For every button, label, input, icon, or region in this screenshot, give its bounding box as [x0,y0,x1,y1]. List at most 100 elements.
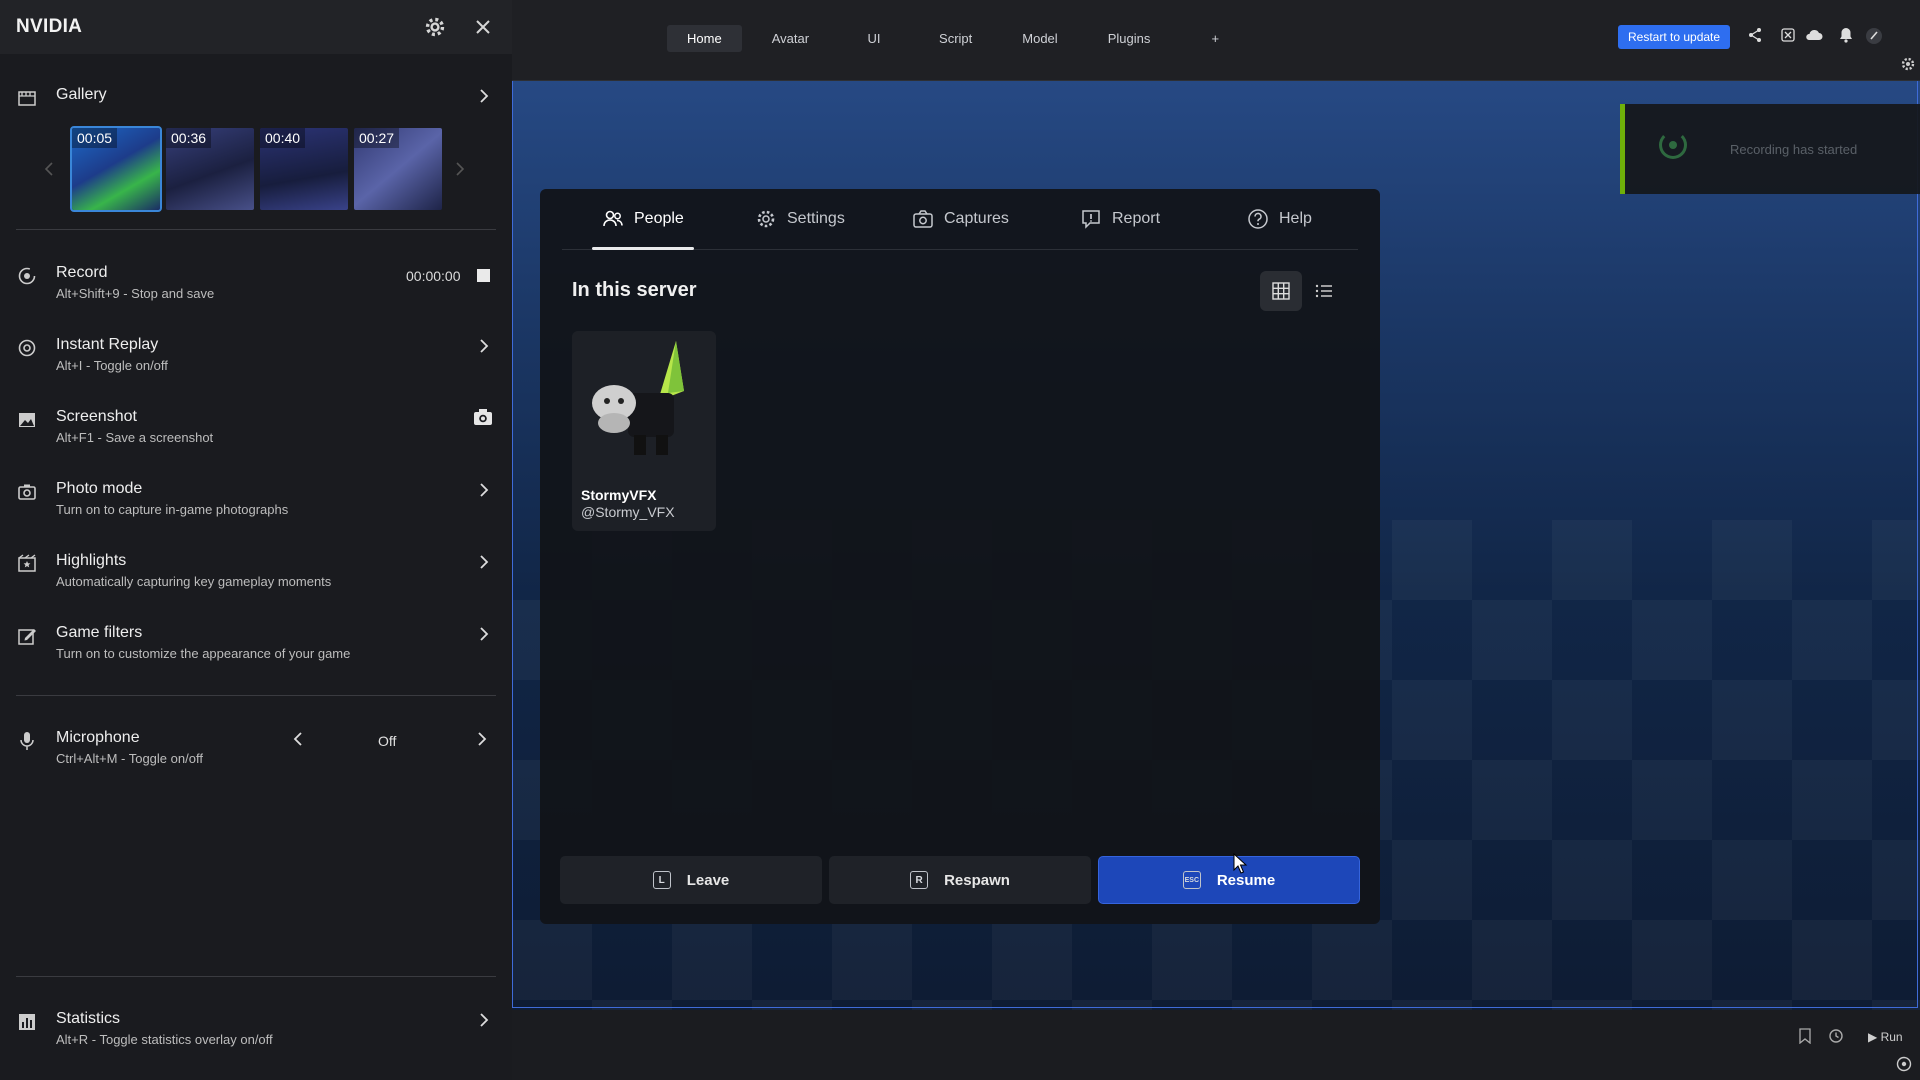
statistics-shortcut: Alt+R - Toggle statistics overlay on/off [56,1032,273,1047]
user-avatar-icon[interactable] [1864,27,1884,47]
cloud-icon[interactable] [1804,27,1824,47]
instant-replay-label: Instant Replay [56,336,159,353]
instant-replay-row[interactable]: Instant Replay Alt+I - Toggle on/off [0,336,512,392]
grid-icon [1272,282,1290,300]
record-row[interactable]: Record Alt+Shift+9 - Stop and save 00:00… [0,264,512,320]
thumbnail-duration: 00:27 [354,128,400,148]
divider [16,976,496,977]
tab-help-label: Help [1279,210,1312,227]
thumbnail-duration: 00:40 [260,128,306,148]
chevron-right-icon [480,89,489,103]
game-menu-panel: People Settings Captures Report Help In … [540,189,1380,924]
statistics-row[interactable]: Statistics Alt+R - Toggle statistics ove… [0,1010,512,1066]
gallery-thumbnail[interactable]: 00:36 [166,128,254,210]
record-shortcut: Alt+Shift+9 - Stop and save [56,286,215,301]
microphone-prev-chevron-icon[interactable] [290,731,306,747]
settings-gear-icon[interactable] [423,15,447,39]
studio-settings-gear-icon[interactable] [1898,56,1918,76]
microphone-shortcut: Ctrl+Alt+M - Toggle on/off [56,751,203,766]
list-view-button[interactable] [1303,271,1345,311]
filter-edit-icon [18,629,36,645]
report-flag-icon [1082,210,1100,229]
recording-started-toast: Recording has started [1620,104,1920,194]
tab-people[interactable]: People [592,189,694,250]
microphone-state: Off [378,733,397,749]
tab-settings[interactable]: Settings [755,189,845,249]
highlights-label: Highlights [56,552,127,569]
close-icon[interactable] [471,15,495,39]
chevron-right-icon [480,627,489,641]
studio-tab-ui[interactable]: UI [839,25,909,52]
help-icon [1248,209,1268,229]
player-card[interactable]: StormyVFX @Stormy_VFX [572,331,716,531]
gallery-thumbnail[interactable]: 00:27 [354,128,442,210]
chevron-right-icon [480,339,489,353]
leave-button[interactable]: L Leave [560,856,822,904]
gallery-prev-chevron-icon[interactable] [44,161,54,177]
respawn-label: Respawn [944,871,1010,889]
record-icon [18,267,36,285]
camera-icon [913,210,933,228]
screenshot-row[interactable]: Screenshot Alt+F1 - Save a screenshot [0,408,512,464]
bookmark-icon[interactable] [1795,1028,1815,1048]
statistics-chart-icon [19,1014,35,1030]
tab-captures-label: Captures [944,210,1009,227]
thumbnail-duration: 00:36 [166,128,212,148]
notification-bell-icon[interactable] [1836,27,1856,47]
respawn-button[interactable]: R Respawn [829,856,1091,904]
microphone-next-chevron-icon[interactable] [474,731,490,747]
screenshot-label: Screenshot [56,408,137,425]
player-handle: @Stormy_VFX [581,504,675,520]
tab-report[interactable]: Report [1080,189,1160,249]
thumbnail-duration: 00:05 [72,128,118,148]
player-avatar [572,331,716,471]
game-filters-row[interactable]: Game filters Turn on to customize the ap… [0,624,512,680]
toast-message: Recording has started [1730,142,1858,157]
studio-tab-plugins[interactable]: Plugins [1088,25,1171,52]
studio-tab-model[interactable]: Model [1002,25,1077,52]
network-status-icon[interactable] [1894,1056,1914,1076]
screenshot-shortcut: Alt+F1 - Save a screenshot [56,430,214,445]
instant-replay-shortcut: Alt+I - Toggle on/off [56,358,168,373]
highlights-icon [18,554,36,572]
microphone-row: Microphone Ctrl+Alt+M - Toggle on/off Of… [0,729,512,785]
collaborate-icon[interactable] [1778,27,1798,47]
divider [16,229,496,230]
record-timer: 00:00:00 [406,268,461,284]
stop-icon[interactable] [477,269,490,282]
image-icon [19,413,35,427]
nvidia-header: NVIDIA [0,0,512,54]
chevron-right-icon [480,483,489,497]
game-menu-tabs: People Settings Captures Report Help [562,189,1358,250]
run-label: Run [1880,1030,1903,1044]
grid-view-button[interactable] [1260,271,1302,311]
microphone-icon [20,732,34,750]
gallery-thumbnail[interactable]: 00:05 [70,126,162,212]
resume-button[interactable]: ESC Resume [1098,856,1360,904]
history-icon[interactable] [1826,1028,1846,1048]
share-icon[interactable] [1745,27,1765,47]
nvidia-title: NVIDIA [16,16,83,37]
gallery-thumbnail[interactable]: 00:40 [260,128,348,210]
tab-captures[interactable]: Captures [912,189,1009,249]
gear-icon [757,210,775,228]
studio-tab-add[interactable]: + [1180,25,1250,52]
section-title: In this server [572,279,697,301]
gallery-label: Gallery [56,86,107,103]
run-button[interactable]: ▶ Run [1868,1030,1903,1044]
camera-icon[interactable] [473,408,493,426]
tab-settings-label: Settings [787,210,845,227]
nvidia-overlay-sidebar: NVIDIA Gallery 00:05 00:36 00:40 00:27 R… [0,0,512,1080]
studio-tab-home[interactable]: Home [667,25,742,52]
studio-tab-avatar[interactable]: Avatar [752,25,829,52]
tab-help[interactable]: Help [1247,189,1312,249]
people-icon [603,210,623,227]
key-l-icon: L [652,871,671,889]
photo-mode-row[interactable]: Photo mode Turn on to capture in-game ph… [0,480,512,536]
statistics-label: Statistics [56,1010,121,1027]
highlights-row[interactable]: Highlights Automatically capturing key g… [0,552,512,608]
chevron-right-icon [480,555,489,569]
restart-to-update-button[interactable]: Restart to update [1618,25,1731,49]
studio-tab-script[interactable]: Script [919,25,992,52]
gallery-next-chevron-icon[interactable] [455,161,465,177]
